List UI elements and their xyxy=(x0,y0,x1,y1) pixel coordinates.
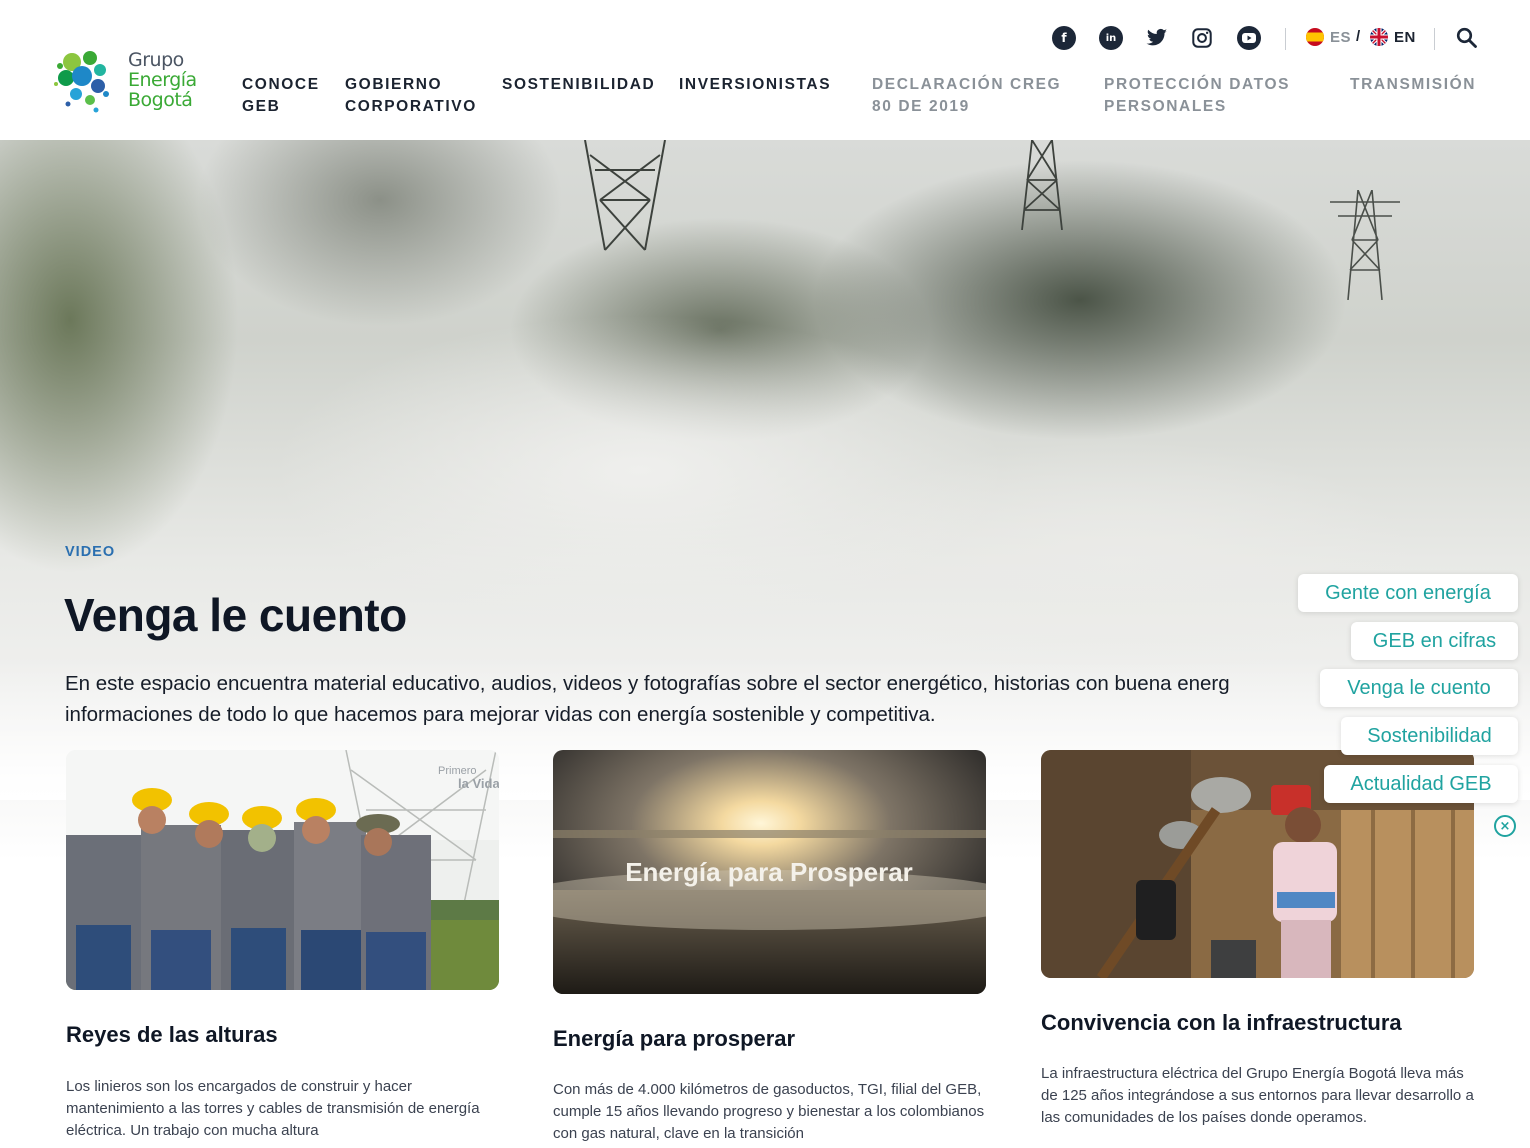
logo-wordmark: Grupo Energía Bogotá xyxy=(128,50,197,110)
side-menu-venga-le-cuento[interactable]: Venga le cuento xyxy=(1320,669,1518,707)
nav-gobierno-corporativo[interactable]: GOBIERNO CORPORATIVO xyxy=(345,74,477,118)
language-en-label: EN xyxy=(1394,28,1416,46)
card-image-energia-prosperar[interactable]: Energía para Prosperar xyxy=(553,750,986,994)
language-separator: / xyxy=(1356,28,1361,45)
search-icon[interactable] xyxy=(1456,27,1480,51)
nav-proteccion-datos[interactable]: PROTECCIÓN DATOS PERSONALES xyxy=(1104,74,1290,118)
language-en[interactable]: EN xyxy=(1370,28,1416,46)
youtube-icon[interactable] xyxy=(1237,26,1261,50)
close-icon[interactable]: × xyxy=(1494,815,1516,837)
transmission-tower-image xyxy=(584,140,666,251)
spain-flag-icon xyxy=(1306,28,1324,46)
geb-logo[interactable]: Grupo Energía Bogotá xyxy=(52,44,212,120)
transmission-tower-image xyxy=(1330,190,1400,300)
thumbnail-caption: Energía para Prosperar xyxy=(625,857,913,887)
section-eyebrow: VIDEO xyxy=(65,544,116,560)
card-image-reyes[interactable]: Primero la Vida xyxy=(66,750,499,990)
side-menu-sostenibilidad[interactable]: Sostenibilidad xyxy=(1341,717,1518,755)
intro-paragraph: En este espacio encuentra material educa… xyxy=(65,672,1230,726)
facebook-icon[interactable]: f xyxy=(1052,26,1076,50)
nav-conoce-geb[interactable]: CONOCE GEB xyxy=(242,74,320,118)
logo-line-3: Bogotá xyxy=(128,89,193,111)
uk-flag-icon xyxy=(1370,28,1388,46)
side-menu-actualidad-geb[interactable]: Actualidad GEB xyxy=(1324,765,1518,803)
header-divider xyxy=(1285,28,1286,50)
logo-line-1: Grupo xyxy=(128,49,184,71)
card-title-energia-prosperar[interactable]: Energía para prosperar xyxy=(553,1026,795,1052)
card-text-reyes: Los linieros son los encargados de const… xyxy=(66,1078,480,1139)
card-title-reyes[interactable]: Reyes de las alturas xyxy=(66,1022,278,1048)
side-menu-geb-en-cifras[interactable]: GEB en cifras xyxy=(1351,622,1518,660)
instagram-icon[interactable] xyxy=(1190,26,1214,50)
nav-declaracion-creg[interactable]: DECLARACIÓN CREG 80 DE 2019 xyxy=(872,74,1061,118)
header-divider xyxy=(1434,28,1435,50)
nav-transmision[interactable]: TRANSMISIÓN xyxy=(1350,74,1476,96)
card-title-convivencia[interactable]: Convivencia con la infraestructura xyxy=(1041,1010,1402,1036)
site-header: Grupo Energía Bogotá f in ES / EN CONOCE… xyxy=(0,0,1530,140)
card-text-convivencia: La infraestructura eléctrica del Grupo E… xyxy=(1041,1065,1474,1126)
hero-banner xyxy=(0,140,1530,1148)
svg-text:la Vida: la Vida xyxy=(458,776,499,791)
nav-inversionistas[interactable]: INVERSIONISTAS xyxy=(679,74,831,96)
page-title: Venga le cuento xyxy=(64,589,407,641)
twitter-icon[interactable] xyxy=(1145,26,1169,50)
sunrise-video-thumbnail: Energía para Prosperar xyxy=(553,750,986,994)
language-es-label: ES xyxy=(1330,28,1352,46)
language-es[interactable]: ES xyxy=(1306,28,1351,46)
linkedin-icon[interactable]: in xyxy=(1099,26,1123,50)
transmission-tower-image xyxy=(1021,140,1063,230)
card-text-energia-prosperar: Con más de 4.000 kilómetros de gasoducto… xyxy=(553,1081,985,1142)
logo-mark-icon xyxy=(54,51,109,113)
side-menu-gente-con-energia[interactable]: Gente con energía xyxy=(1298,574,1518,612)
logo-line-2: Energía xyxy=(128,69,197,91)
nav-sostenibilidad[interactable]: SOSTENIBILIDAD xyxy=(502,74,655,96)
linemen-photo: Primero la Vida xyxy=(66,750,499,990)
